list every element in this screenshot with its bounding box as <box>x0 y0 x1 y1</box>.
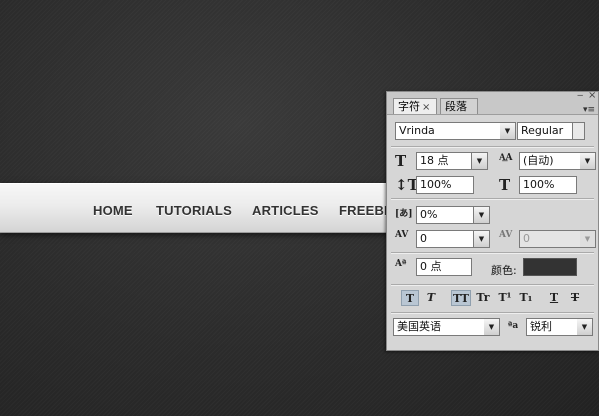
tsume-icon: [あ] <box>395 209 413 219</box>
font-style-dropdown[interactable] <box>572 122 585 140</box>
language-field[interactable]: 美国英语 <box>393 318 485 336</box>
separator <box>391 312 594 314</box>
nav-item-articles[interactable]: ARTICLES <box>252 203 319 218</box>
superscript-button[interactable]: T¹ <box>496 290 514 306</box>
baseline-shift-icon: Aª <box>395 259 407 269</box>
nav-item-freebies[interactable]: FREEBI <box>339 203 388 218</box>
color-swatch[interactable] <box>523 258 577 276</box>
language-dropdown[interactable]: ▼ <box>484 318 500 336</box>
font-family-dropdown[interactable]: ▼ <box>500 122 516 140</box>
leading-icon: A͟A <box>499 153 513 163</box>
tracking-field[interactable]: 0 <box>519 230 581 248</box>
separator <box>391 284 594 286</box>
font-style-field[interactable]: Regular <box>517 122 573 140</box>
tab-character-label: 字符 <box>398 100 420 113</box>
kerning-field[interactable]: 0 <box>416 230 474 248</box>
leading-dropdown[interactable]: ▼ <box>580 152 596 170</box>
small-caps-button[interactable]: Tr <box>474 290 492 306</box>
color-label: 颜色: <box>491 264 517 277</box>
character-panel: ‒ × ▾≡ 字符 × 段落 Vrinda ▼ Regular T 18 点 ▼ … <box>386 90 599 351</box>
font-size-icon: T <box>395 152 407 170</box>
antialias-field[interactable]: 锐利 <box>526 318 578 336</box>
panel-menu-icon[interactable]: ▾≡ <box>583 105 595 115</box>
underline-button[interactable]: T <box>545 290 563 306</box>
leading-field[interactable]: (自动) <box>519 152 581 170</box>
kerning-icon: AV <box>395 230 409 240</box>
strikethrough-button[interactable]: T <box>566 290 584 306</box>
faux-bold-button[interactable]: T <box>401 290 419 306</box>
faux-italic-button[interactable]: T <box>422 290 440 306</box>
nav-item-tutorials[interactable]: TUTORIALS <box>156 203 232 218</box>
close-icon[interactable]: × <box>588 90 596 101</box>
font-size-dropdown[interactable]: ▼ <box>472 152 488 170</box>
all-caps-button[interactable]: TT <box>451 290 471 306</box>
tracking-dropdown[interactable]: ▼ <box>580 230 596 248</box>
tsume-dropdown[interactable]: ▼ <box>474 206 490 224</box>
font-family-field[interactable]: Vrinda <box>395 122 501 140</box>
vertical-scale-field[interactable]: 100% <box>416 176 474 194</box>
separator <box>391 198 594 200</box>
kerning-dropdown[interactable]: ▼ <box>474 230 490 248</box>
tracking-icon: AV <box>499 230 513 240</box>
font-size-field[interactable]: 18 点 <box>416 152 472 170</box>
minimize-icon[interactable]: ‒ <box>577 90 583 101</box>
tab-paragraph-label: 段落 <box>445 100 467 113</box>
tab-paragraph[interactable]: 段落 <box>440 98 478 114</box>
subscript-button[interactable]: T₁ <box>517 290 535 306</box>
tab-character[interactable]: 字符 × <box>393 98 437 114</box>
nav-bar: HOME TUTORIALS ARTICLES FREEBI <box>0 183 420 233</box>
horizontal-scale-icon: T <box>499 176 511 194</box>
separator <box>391 252 594 254</box>
horizontal-scale-field[interactable]: 100% <box>519 176 577 194</box>
antialias-icon: ªa <box>508 321 519 331</box>
separator <box>391 146 594 148</box>
antialias-dropdown[interactable]: ▼ <box>577 318 593 336</box>
baseline-shift-field[interactable]: 0 点 <box>416 258 472 276</box>
nav-item-home[interactable]: HOME <box>93 203 133 218</box>
tab-close-icon[interactable]: × <box>422 102 430 113</box>
tsume-field[interactable]: 0% <box>416 206 474 224</box>
